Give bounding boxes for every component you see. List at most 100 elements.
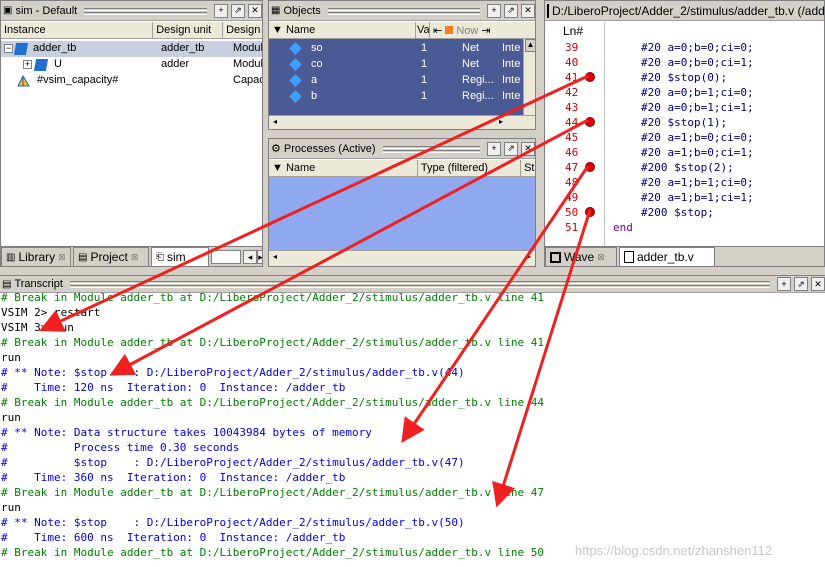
object-row-b[interactable]: b 1 Regi... Inte (269, 89, 523, 105)
processes-list[interactable] (269, 177, 535, 250)
code-line: #20 a=1;b=0;ci=0; (641, 131, 754, 144)
code-area[interactable]: 39 #20 a=0;b=0;ci=0; 40 #20 a=0;b=0;ci=1; 41… (545, 39, 824, 246)
register-icon (289, 74, 302, 87)
watermark: https://blog.csdn.net/zhanshen112 (575, 543, 773, 558)
code-line: #20 a=1;b=1;ci=1; (641, 191, 754, 204)
undock-icon[interactable]: ⇗ (231, 3, 245, 18)
transcript-line: run (1, 411, 21, 424)
undock-icon[interactable]: ⇗ (504, 141, 518, 156)
processes-column-header: ▼ Name Type (filtered) St (269, 160, 535, 177)
instance-row-u[interactable]: + U adder Module (1, 57, 262, 73)
column-design-type[interactable]: Design (223, 22, 262, 38)
source-pane-titlebar[interactable]: D:/LiberoProject/Adder_2/stimulus/adder_… (545, 1, 824, 21)
design-type: Module (233, 42, 263, 54)
tab-scroll-right-icon[interactable]: ▸ (257, 250, 262, 264)
collapse-icon[interactable]: − (4, 44, 13, 53)
breakpoint-icon[interactable] (585, 207, 595, 217)
objects-icon: ▦ (271, 5, 281, 16)
undock-icon[interactable]: ⇗ (504, 3, 518, 18)
instance-row-adder-tb[interactable]: − adder_tb adder_tb Module (1, 41, 262, 57)
sim-icon: ⎗ (156, 251, 164, 263)
transcript-line: # Time: 120 ns Iteration: 0 Instance: /a… (1, 381, 346, 394)
close-icon[interactable]: ⊠ (131, 252, 139, 263)
column-name[interactable]: ▼ Name (269, 160, 418, 176)
tab-scroll-left-icon[interactable]: ◂ (243, 250, 257, 264)
sim-pane: ▣ sim - Default + ⇗ ✕ Instance Design un… (0, 0, 263, 267)
transcript-pane: ▤ Transcript + ⇗ ✕ # Break in Module add… (0, 275, 825, 567)
column-type[interactable]: Type (filtered) (418, 160, 522, 176)
line-number: 41 (565, 71, 579, 84)
object-mode: Inte (502, 58, 521, 70)
expand-icon[interactable]: + (23, 60, 32, 69)
step-back-icon[interactable]: ⇤ (433, 25, 442, 37)
column-value[interactable]: Va (416, 22, 430, 38)
drag-grip[interactable] (382, 144, 480, 153)
scroll-right-icon[interactable]: ▸ (523, 252, 535, 264)
code-line: #200 $stop(2); (641, 161, 734, 174)
breakpoint-icon[interactable] (585, 117, 595, 127)
close-icon[interactable]: ✕ (521, 3, 535, 18)
object-row-co[interactable]: co 1 Net Inte (269, 57, 523, 73)
drag-grip[interactable] (69, 280, 770, 288)
source-tab-bar: Wave ⊠ adder_tb.v (545, 246, 824, 266)
project-icon: ▤ (78, 251, 88, 263)
scroll-up-icon[interactable]: ▲ (525, 39, 535, 52)
line-number: 39 (565, 41, 579, 54)
close-icon[interactable]: ✕ (521, 141, 535, 156)
sim-pane-titlebar[interactable]: ▣ sim - Default + ⇗ ✕ (1, 1, 262, 21)
restore-icon[interactable]: + (487, 3, 501, 18)
instance-name: adder_tb (33, 42, 77, 54)
column-instance[interactable]: Instance (1, 22, 154, 38)
close-icon[interactable]: ✕ (248, 3, 262, 18)
design-type: Module (233, 58, 263, 70)
objects-pane-titlebar[interactable]: ▦ Objects + ⇗ ✕ (269, 1, 535, 21)
file-icon (624, 251, 634, 263)
processes-hscrollbar[interactable]: ◂ ▸ (269, 250, 535, 266)
object-kind: Regi... (462, 74, 494, 86)
tab-project-label: Project (90, 250, 128, 264)
step-forward-icon[interactable]: ⇥ (481, 25, 490, 37)
tab-wave[interactable]: Wave ⊠ (545, 247, 617, 266)
column-state[interactable]: St (521, 160, 535, 176)
scroll-left-icon[interactable]: ◂ (269, 252, 281, 264)
drag-grip[interactable] (327, 6, 480, 15)
design-unit: adder (161, 58, 190, 70)
instance-row-capacity[interactable]: #vsim_capacity# Capac (1, 73, 262, 89)
close-icon[interactable]: ⊠ (597, 252, 605, 263)
tab-adder-tb-v[interactable]: adder_tb.v (619, 247, 715, 266)
wave-icon (550, 251, 561, 263)
line-number: 45 (565, 131, 579, 144)
object-kind: Regi... (462, 90, 494, 102)
objects-vscrollbar[interactable]: ▲ (523, 39, 535, 115)
processes-pane-titlebar[interactable]: ⚙ Processes (Active) + ⇗ ✕ (269, 139, 535, 159)
drag-grip[interactable] (84, 6, 207, 15)
stop-icon[interactable] (445, 26, 454, 34)
object-mode: Inte (502, 74, 521, 86)
restore-icon[interactable]: + (487, 141, 501, 156)
now-control[interactable]: ⇤ Now ⇥ (430, 22, 520, 38)
column-name[interactable]: ▼ Name (269, 22, 416, 38)
objects-hscrollbar[interactable]: ◂ ▸ (269, 115, 535, 129)
tab-sim[interactable]: ⎗ sim (151, 247, 209, 266)
object-row-a[interactable]: a 1 Regi... Inte (269, 73, 523, 89)
transcript-line: # Break in Module adder_tb at D:/LiberoP… (1, 546, 545, 559)
tab-library[interactable]: ▥ Library ⊠ (1, 247, 71, 266)
source-pane-title: D:/LiberoProject/Adder_2/stimulus/adder_… (552, 3, 825, 18)
code-line: #20 $stop(1); (641, 116, 728, 129)
close-icon[interactable]: ⊠ (58, 252, 66, 263)
tab-project[interactable]: ▤ Project ⊠ (73, 247, 149, 266)
column-design-unit[interactable]: Design unit (153, 22, 224, 38)
line-number: 49 (565, 191, 579, 204)
transcript-line: VSIM 3> run (1, 321, 74, 334)
scroll-right-icon[interactable]: ▸ (495, 117, 507, 129)
scroll-left-icon[interactable]: ◂ (269, 117, 281, 129)
breakpoint-icon[interactable] (585, 162, 595, 172)
restore-icon[interactable]: + (214, 3, 228, 18)
code-line: #20 a=0;b=1;ci=1; (641, 101, 754, 114)
transcript-log[interactable]: # Break in Module adder_tb at D:/LiberoP… (0, 289, 825, 567)
line-number: 44 (565, 116, 579, 129)
breakpoint-icon[interactable] (585, 72, 595, 82)
code-line: #20 a=1;b=1;ci=0; (641, 176, 754, 189)
object-row-so[interactable]: so 1 Net Inte (269, 41, 523, 57)
transcript-line: VSIM 2> restart (1, 306, 101, 319)
